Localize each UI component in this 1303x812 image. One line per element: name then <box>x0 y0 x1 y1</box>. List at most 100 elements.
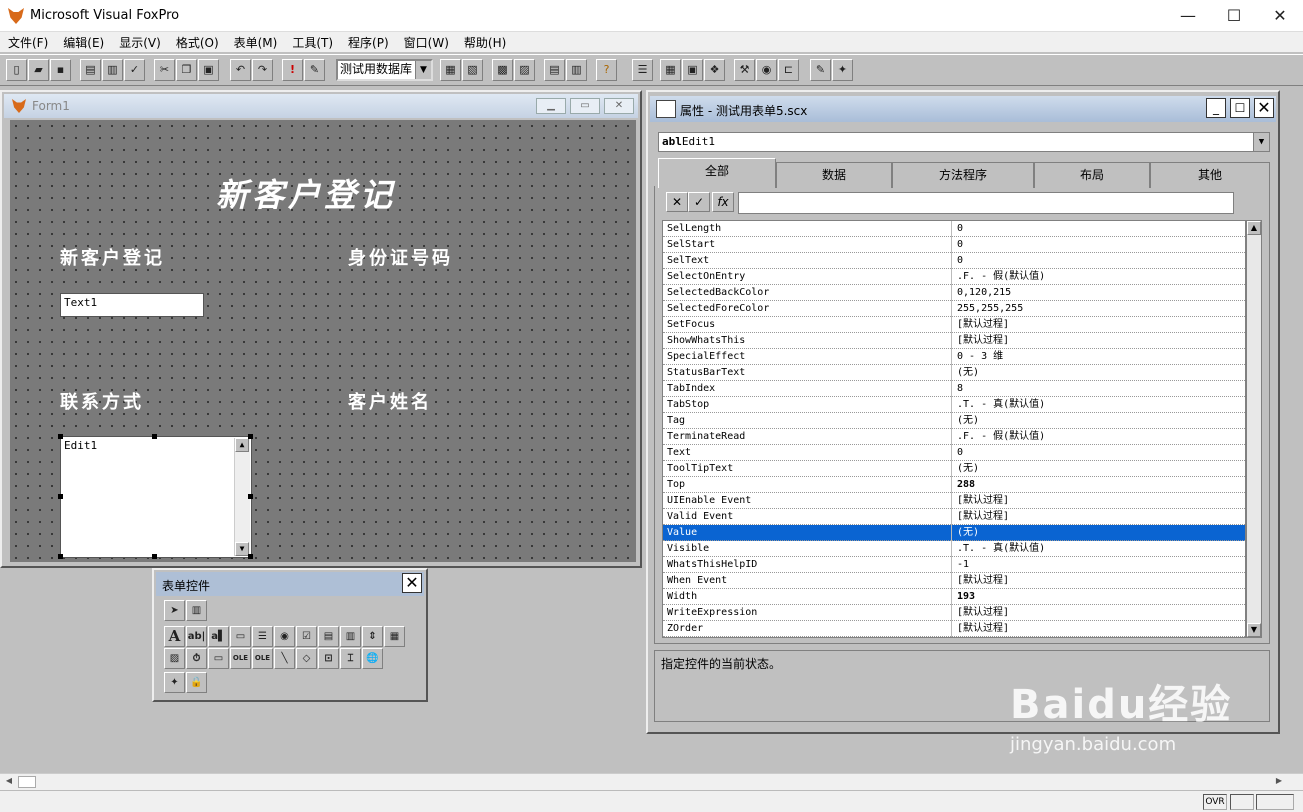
modify-icon[interactable]: ✎ <box>304 59 325 81</box>
scroll-up-icon[interactable]: ▲ <box>1247 221 1261 235</box>
save-icon[interactable]: ▪ <box>50 59 71 81</box>
property-row[interactable]: SetFocus [默认过程] <box>663 317 1245 333</box>
edit1-editbox[interactable]: Edit1 ▲ ▼ <box>60 436 252 558</box>
scroll-thumb[interactable] <box>18 776 36 788</box>
property-row[interactable]: SelectedBackColor 0,120,215 <box>663 285 1245 301</box>
property-row[interactable]: When Event [默认过程] <box>663 573 1245 589</box>
property-grid-scrollbar[interactable]: ▲ ▼ <box>1246 220 1262 638</box>
property-row[interactable]: SelStart 0 <box>663 237 1245 253</box>
report-wizard-icon[interactable]: ▨ <box>514 59 535 81</box>
shape-control-icon[interactable]: ◇ <box>296 648 317 669</box>
command-button-icon[interactable]: ▭ <box>230 626 251 647</box>
tools-icon[interactable]: ✎ <box>810 59 831 81</box>
property-row[interactable]: TabStop .T. - 真(默认值) <box>663 397 1245 413</box>
property-row[interactable]: Visible .T. - 真(默认值) <box>663 541 1245 557</box>
scroll-up-icon[interactable]: ▲ <box>235 438 249 452</box>
code-window-icon[interactable]: ❖ <box>704 59 725 81</box>
menu-file[interactable]: 文件(F) <box>0 32 55 51</box>
form-minimize-button[interactable]: ▁ <box>536 98 566 114</box>
label-customer-name[interactable]: 客户姓名 <box>348 388 432 414</box>
property-row[interactable]: SelectedForeColor 255,255,255 <box>663 301 1245 317</box>
label-control-icon[interactable]: A <box>164 626 185 647</box>
scroll-left-icon[interactable]: ◀ <box>2 775 16 789</box>
color-palette-icon[interactable]: ◉ <box>756 59 777 81</box>
properties-maximize-button[interactable]: ☐ <box>1230 98 1250 118</box>
minimize-button[interactable]: — <box>1165 0 1211 32</box>
function-icon[interactable]: fx <box>712 192 734 212</box>
form-wizard-icon[interactable]: ▩ <box>492 59 513 81</box>
tab-layout[interactable]: 布局 <box>1034 162 1150 188</box>
property-row[interactable]: ToolTipText (无) <box>663 461 1245 477</box>
run-icon[interactable]: ! <box>282 59 303 81</box>
container-control-icon[interactable]: ⊡ <box>318 648 339 669</box>
print-preview-icon[interactable]: ▥ <box>102 59 123 81</box>
new-icon[interactable]: ▯ <box>6 59 27 81</box>
textbox-control-icon[interactable]: ab| <box>186 626 207 647</box>
properties-close-button[interactable]: ✕ <box>1254 98 1274 118</box>
property-row[interactable]: Value (无) <box>663 525 1245 541</box>
open-icon[interactable]: ▰ <box>28 59 49 81</box>
command-group-icon[interactable]: ☰ <box>252 626 273 647</box>
form-close-button[interactable]: ✕ <box>604 98 634 114</box>
menu-edit[interactable]: 编辑(E) <box>55 32 111 51</box>
resize-handle[interactable] <box>58 434 63 439</box>
property-row[interactable]: Top 288 <box>663 477 1245 493</box>
property-row[interactable]: TerminateRead .F. - 假(默认值) <box>663 429 1245 445</box>
form-canvas[interactable]: 新客户登记 新客户登记 身份证号码 Text1 联系方式 客户姓名 Edit1 … <box>10 120 636 562</box>
property-row[interactable]: ShowWhatsThis [默认过程] <box>663 333 1245 349</box>
property-row[interactable]: Width 193 <box>663 589 1245 605</box>
ole-bound-icon[interactable]: OLE <box>252 648 273 669</box>
resize-handle[interactable] <box>58 554 63 559</box>
property-row[interactable]: Tag (无) <box>663 413 1245 429</box>
tab-data[interactable]: 数据 <box>776 162 892 188</box>
tab-other[interactable]: 其他 <box>1150 162 1270 188</box>
maximize-button[interactable]: ☐ <box>1211 0 1257 32</box>
property-row[interactable]: SelText 0 <box>663 253 1245 269</box>
label-new-customer[interactable]: 新客户登记 <box>60 244 165 270</box>
paste-icon[interactable]: ▣ <box>198 59 219 81</box>
button-lock-icon[interactable]: 🔒 <box>186 672 207 693</box>
resize-handle[interactable] <box>248 554 253 559</box>
database-select[interactable]: 测试用数据库 ▼ <box>336 59 433 81</box>
property-row[interactable]: SelectOnEntry .F. - 假(默认值) <box>663 269 1245 285</box>
form-controls-close-button[interactable]: ✕ <box>402 573 422 593</box>
undo-icon[interactable]: ↶ <box>230 59 251 81</box>
separator-control-icon[interactable]: ⌶ <box>340 648 361 669</box>
autoreport-icon[interactable]: ▥ <box>566 59 587 81</box>
builder-lock-icon[interactable]: ✦ <box>164 672 185 693</box>
copy-icon[interactable]: ❐ <box>176 59 197 81</box>
property-row[interactable]: TabIndex 8 <box>663 381 1245 397</box>
resize-handle[interactable] <box>152 554 157 559</box>
help-icon[interactable]: ? <box>596 59 617 81</box>
spinner-control-icon[interactable]: ⇕ <box>362 626 383 647</box>
cut-icon[interactable]: ✂ <box>154 59 175 81</box>
editbox-control-icon[interactable]: a▌ <box>208 626 229 647</box>
resize-handle[interactable] <box>152 434 157 439</box>
print-icon[interactable]: ▤ <box>80 59 101 81</box>
text1-textbox[interactable]: Text1 <box>60 293 204 317</box>
data-session-icon[interactable]: ▧ <box>462 59 483 81</box>
properties-minimize-button[interactable]: _ <box>1206 98 1226 118</box>
object-selector[interactable]: ablEdit1 ▼ <box>658 132 1270 152</box>
property-row[interactable]: SpecialEffect 0 - 3 维 <box>663 349 1245 365</box>
line-control-icon[interactable]: ╲ <box>274 648 295 669</box>
ole-container-icon[interactable]: OLE <box>230 648 251 669</box>
tab-methods[interactable]: 方法程序 <box>892 162 1034 188</box>
builder-icon[interactable]: ⚒ <box>734 59 755 81</box>
property-row[interactable]: Valid Event [默认过程] <box>663 509 1245 525</box>
property-row[interactable]: WriteExpression [默认过程] <box>663 605 1245 621</box>
image-control-icon[interactable]: ▨ <box>164 648 185 669</box>
menu-view[interactable]: 显示(V) <box>111 32 168 51</box>
property-row[interactable]: WhatsThisHelpID -1 <box>663 557 1245 573</box>
resize-handle[interactable] <box>248 434 253 439</box>
menu-window[interactable]: 窗口(W) <box>396 32 456 51</box>
option-group-icon[interactable]: ◉ <box>274 626 295 647</box>
resize-handle[interactable] <box>58 494 63 499</box>
cancel-edit-icon[interactable]: ✕ <box>666 192 688 212</box>
redo-icon[interactable]: ↷ <box>252 59 273 81</box>
timer-control-icon[interactable]: ⏱ <box>186 648 207 669</box>
properties-window-icon[interactable]: ▣ <box>682 59 703 81</box>
grid-control-icon[interactable]: ▦ <box>384 626 405 647</box>
form-controls-toolbar-icon[interactable]: ▦ <box>660 59 681 81</box>
spell-check-icon[interactable]: ✓ <box>124 59 145 81</box>
